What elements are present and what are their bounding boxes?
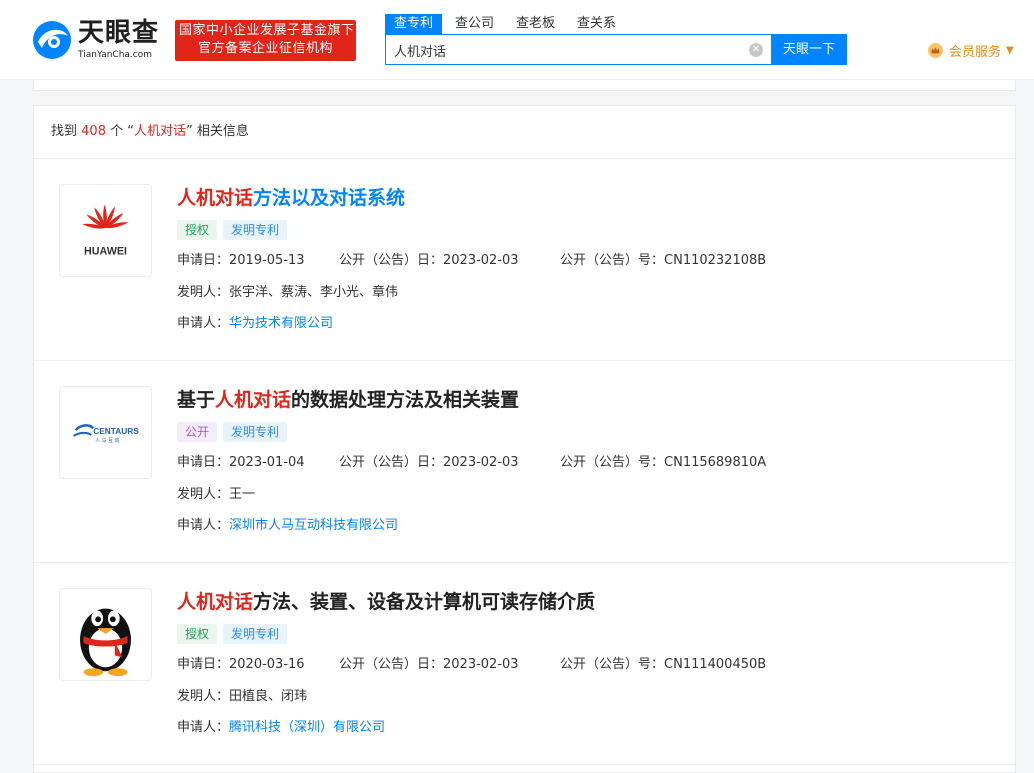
inventor-label: 发明人： (177, 689, 230, 704)
title-rest: 方法以及对话系统 (253, 187, 406, 209)
applicant-link[interactable]: 腾讯科技（深圳）有限公司 (229, 720, 385, 735)
result-summary: 找到 408 个 “人机对话” 相关信息 (34, 106, 1015, 159)
inventor-label: 发明人： (177, 487, 230, 502)
status-badge: 授权 (177, 220, 218, 240)
apply-date: 2020-03-16 (229, 657, 305, 672)
result-inventors: 发明人：王一 (177, 485, 255, 505)
inventors: 田植良、闭玮 (229, 689, 308, 704)
title-highlight: 人机对话 (177, 187, 254, 209)
apply-date: 2023-01-04 (229, 455, 305, 470)
pub-no-label: 公开（公告）号： (560, 455, 665, 470)
logo-eye-icon (33, 21, 71, 59)
search-box: ✕ (385, 34, 772, 65)
title-rest: 方法、装置、设备及计算机可读存储介质 (253, 591, 596, 613)
result-title[interactable]: 人机对话方法、装置、设备及计算机可读存储介质 (177, 588, 595, 616)
tab-boss[interactable]: 查老板 (507, 14, 564, 34)
chevron-down-icon: ▼ (1006, 44, 1014, 56)
applicant-logo-centaurs[interactable]: CENTAURS 人 马 互 动 (59, 386, 152, 479)
logo-domain: TianYanCha.com (78, 50, 153, 60)
result-tags: 授权 发明专利 (177, 220, 293, 240)
pub-date-label: 公开（公告）日： (339, 657, 444, 672)
result-title[interactable]: 人机对话方法以及对话系统 (177, 184, 405, 212)
tab-company[interactable]: 查公司 (446, 14, 503, 34)
applicant-label: 申请人： (177, 518, 230, 533)
official-badge: 国家中小企业发展子基金旗下 官方备案企业征信机构 (175, 20, 356, 61)
title-highlight: 人机对话 (215, 389, 292, 411)
apply-date: 2019-05-13 (229, 253, 305, 268)
applicant-logo-tencent[interactable] (59, 588, 152, 681)
centaurs-logo-text: CENTAURS (93, 426, 139, 436)
tianyancha-logo[interactable]: 天眼查 TianYanCha.com (32, 18, 167, 62)
search-input[interactable] (394, 41, 734, 59)
search-button[interactable]: 天眼一下 (771, 34, 847, 65)
status-badge: 授权 (177, 624, 218, 644)
result-tags: 公开 发明专利 (177, 422, 293, 442)
logo-name: 天眼查 (78, 18, 160, 48)
badge-line-1: 国家中小企业发展子基金旗下 (179, 23, 355, 38)
result-applicant: 申请人：腾讯科技（深圳）有限公司 (177, 718, 385, 738)
result-dates: 申请日：2019-05-13 公开（公告）日：2023-02-03 公开（公告）号：… (177, 251, 766, 271)
clear-icon[interactable]: ✕ (749, 43, 763, 57)
badge-line-2: 官方备案企业征信机构 (197, 41, 333, 56)
pub-no: CN110232108B (664, 253, 767, 268)
vip-label: 会员服务 (949, 44, 1002, 60)
result-item: CENTAURS 人 马 互 动 基于人机对话的数据处理方法及相关装置 公开 发… (34, 361, 1015, 563)
top-panel-edge (33, 80, 1016, 91)
pub-no-label: 公开（公告）号： (560, 253, 665, 268)
tab-patent[interactable]: 查专利 (385, 14, 443, 34)
applicant-link[interactable]: 深圳市人马互动科技有限公司 (229, 518, 398, 533)
applicant-label: 申请人： (177, 316, 230, 331)
summary-keyword: 人机对话 (134, 124, 187, 139)
summary-suffix: ” 相关信息 (186, 124, 249, 139)
pub-date: 2023-02-03 (443, 253, 519, 268)
applicant-link[interactable]: 华为技术有限公司 (229, 316, 333, 331)
pub-date-label: 公开（公告）日： (339, 253, 444, 268)
search-tabs: 查专利 查公司 查老板 查关系 (385, 14, 629, 34)
centaurs-logo-sub: 人 马 互 动 (95, 437, 119, 444)
qq-penguin-icon (80, 608, 131, 677)
result-tags: 授权 发明专利 (177, 624, 293, 644)
status-badge: 公开 (177, 422, 218, 442)
result-count: 408 (81, 124, 106, 139)
pub-date-label: 公开（公告）日： (339, 455, 444, 470)
result-dates: 申请日：2023-01-04 公开（公告）日：2023-02-03 公开（公告）号：… (177, 453, 766, 473)
applicant-logo-huawei[interactable]: HUAWEI (59, 184, 152, 277)
summary-middle: 个 “ (110, 124, 134, 139)
title-prefix: 基于 (177, 389, 216, 411)
apply-date-label: 申请日： (177, 455, 230, 470)
type-badge: 发明专利 (223, 624, 288, 644)
inventors: 王一 (229, 487, 256, 502)
result-applicant: 申请人：华为技术有限公司 (177, 314, 333, 334)
pub-no-label: 公开（公告）号： (560, 657, 665, 672)
title-highlight: 人机对话 (177, 591, 254, 613)
crown-icon (928, 42, 943, 58)
result-applicant: 申请人：深圳市人马互动科技有限公司 (177, 516, 398, 536)
inventor-label: 发明人： (177, 285, 230, 300)
results-panel: 找到 408 个 “人机对话” 相关信息 HUAWEI 人机对话方法以及对话系统 (33, 105, 1016, 773)
type-badge: 发明专利 (223, 422, 288, 442)
centaurs-logo-icon: CENTAURS 人 马 互 动 (73, 424, 139, 444)
result-inventors: 发明人：田植良、闭玮 (177, 687, 307, 707)
type-badge: 发明专利 (223, 220, 288, 240)
huawei-logo-icon: HUAWEI (82, 204, 129, 257)
result-inventors: 发明人：张宇洋、蔡涛、李小光、章伟 (177, 283, 398, 303)
result-title[interactable]: 基于人机对话的数据处理方法及相关装置 (177, 386, 519, 414)
result-item: 人机对话方法、装置、设备及计算机可读存储介质 授权 发明专利 申请日：2020-… (34, 563, 1015, 765)
title-rest: 的数据处理方法及相关装置 (291, 389, 520, 411)
inventors: 张宇洋、蔡涛、李小光、章伟 (229, 285, 399, 300)
vip-service-menu[interactable]: 会员服务 ▼ (928, 40, 1014, 60)
pub-date: 2023-02-03 (443, 657, 519, 672)
summary-prefix: 找到 (51, 124, 78, 139)
apply-date-label: 申请日： (177, 657, 230, 672)
result-item: HUAWEI 人机对话方法以及对话系统 授权 发明专利 申请日：2019-05-… (34, 159, 1015, 361)
pub-no: CN111400450B (664, 657, 767, 672)
huawei-logo-text: HUAWEI (84, 245, 127, 257)
pub-date: 2023-02-03 (443, 455, 519, 470)
result-dates: 申请日：2020-03-16 公开（公告）日：2023-02-03 公开（公告）号：… (177, 655, 766, 675)
top-header: 天眼查 TianYanCha.com 国家中小企业发展子基金旗下 官方备案企业征… (0, 0, 1034, 80)
tab-relation[interactable]: 查关系 (568, 14, 625, 34)
pub-no: CN115689810A (664, 455, 767, 470)
applicant-label: 申请人： (177, 720, 230, 735)
apply-date-label: 申请日： (177, 253, 230, 268)
